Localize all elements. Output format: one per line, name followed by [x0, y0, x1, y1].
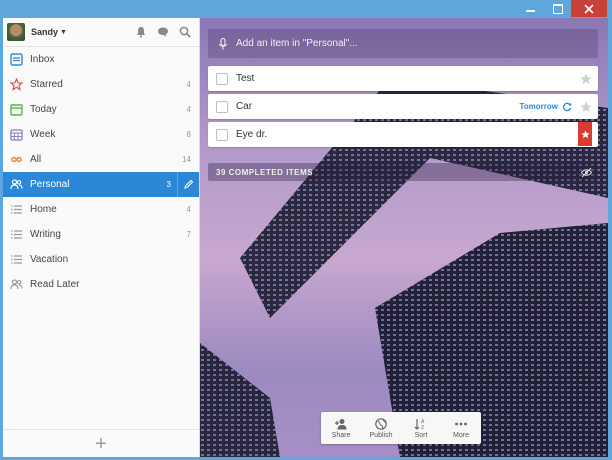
task-row[interactable]: Test: [208, 66, 598, 91]
starred-flag[interactable]: [578, 122, 592, 146]
chevron-down-icon[interactable]: ▼: [60, 29, 67, 36]
globe-icon: [375, 417, 387, 430]
task-row[interactable]: Eye dr.: [208, 122, 598, 147]
sidebar-item-count: 8: [186, 130, 191, 139]
avatar[interactable]: [7, 23, 25, 41]
pencil-icon: [184, 179, 194, 189]
sidebar: Sandy ▼ Inbox Starred 4 Today 4 Week 8 A…: [3, 18, 200, 457]
more-label: More: [453, 431, 469, 439]
inbox-icon: [9, 53, 23, 67]
sidebar-item-label: Vacation: [30, 254, 69, 265]
sort-button[interactable]: AZ Sort: [401, 412, 441, 444]
eye-icon[interactable]: [581, 167, 592, 178]
due-date-label: Tomorrow: [519, 102, 558, 111]
sort-label: Sort: [414, 431, 428, 439]
user-bar: Sandy ▼: [3, 18, 199, 47]
list-nav: Inbox Starred 4 Today 4 Week 8 All 14 Pe…: [3, 47, 199, 297]
star-icon[interactable]: [580, 101, 592, 113]
sidebar-item-vacation[interactable]: Vacation: [3, 247, 199, 272]
bottom-toolbar: Share Publish AZ Sort More: [321, 412, 481, 444]
svg-text:Z: Z: [421, 425, 424, 430]
list-icon: [9, 203, 23, 217]
more-button[interactable]: More: [441, 412, 481, 444]
search-icon[interactable]: [177, 24, 193, 40]
edit-list-button[interactable]: [177, 172, 199, 197]
sidebar-item-label: Today: [30, 104, 57, 115]
microphone-icon[interactable]: [218, 37, 228, 50]
task-title: Car: [236, 101, 253, 112]
add-person-icon: [335, 418, 347, 429]
close-button[interactable]: [571, 0, 607, 17]
sort-icon: AZ: [414, 418, 425, 430]
sidebar-item-label: Personal: [30, 179, 70, 190]
completed-items-toggle[interactable]: 39 COMPLETED ITEMS: [208, 163, 598, 181]
star-icon: [9, 78, 23, 92]
sidebar-item-label: Starred: [30, 79, 63, 90]
user-name[interactable]: Sandy: [31, 27, 58, 37]
ellipsis-icon: [455, 422, 467, 425]
sidebar-item-count: 7: [186, 230, 191, 239]
sidebar-item-read-later[interactable]: Read Later: [3, 272, 199, 297]
maximize-button[interactable]: [544, 0, 571, 17]
publish-label: Publish: [369, 431, 393, 439]
star-icon: [580, 129, 590, 138]
sidebar-item-label: Inbox: [30, 54, 55, 65]
sidebar-item-label: Home: [30, 204, 57, 215]
sidebar-item-week[interactable]: Week 8: [3, 122, 199, 147]
sidebar-item-label: Read Later: [30, 279, 80, 290]
sidebar-item-label: Week: [30, 129, 56, 140]
sidebar-item-count: 3: [166, 180, 171, 189]
repeat-icon: [562, 102, 572, 111]
comment-icon[interactable]: [155, 24, 171, 40]
calendar-week-icon: [9, 128, 23, 142]
add-item-input[interactable]: Add an item in "Personal"...: [208, 29, 598, 58]
plus-icon: +: [95, 432, 107, 455]
window-border-right: [608, 18, 612, 460]
people-icon: [9, 278, 23, 292]
sidebar-item-home[interactable]: Home 4: [3, 197, 199, 222]
sidebar-item-label: Writing: [30, 229, 61, 240]
sidebar-item-count: 4: [186, 80, 191, 89]
publish-button[interactable]: Publish: [361, 412, 401, 444]
completed-label: 39 COMPLETED ITEMS: [216, 167, 314, 177]
close-icon: [584, 3, 594, 14]
bell-icon[interactable]: [133, 24, 149, 40]
sidebar-item-inbox[interactable]: Inbox: [3, 47, 199, 72]
calendar-today-icon: [9, 103, 23, 117]
share-label: Share: [331, 431, 351, 439]
sidebar-item-count: 4: [186, 105, 191, 114]
task-title: Test: [236, 73, 255, 84]
sidebar-item-label: All: [30, 154, 42, 165]
add-list-button[interactable]: +: [3, 429, 199, 457]
add-item-placeholder: Add an item in "Personal"...: [236, 38, 358, 49]
sidebar-item-today[interactable]: Today 4: [3, 97, 199, 122]
minimize-button[interactable]: [517, 0, 544, 17]
task-checkbox[interactable]: [216, 100, 228, 113]
sidebar-item-starred[interactable]: Starred 4: [3, 72, 199, 97]
sidebar-item-writing[interactable]: Writing 7: [3, 222, 199, 247]
task-checkbox[interactable]: [216, 128, 228, 141]
infinity-icon: [9, 153, 23, 167]
list-icon: [9, 228, 23, 242]
list-icon: [9, 253, 23, 267]
sidebar-item-all[interactable]: All 14: [3, 147, 199, 172]
task-checkbox[interactable]: [216, 72, 228, 85]
share-button[interactable]: Share: [321, 412, 361, 444]
task-panel: Add an item in "Personal"... Test Car To…: [200, 18, 608, 457]
task-row[interactable]: Car Tomorrow: [208, 94, 598, 119]
sidebar-item-count: 4: [186, 205, 191, 214]
sidebar-item-count: 14: [182, 155, 191, 164]
window-titlebar: [0, 0, 612, 18]
star-icon[interactable]: [580, 73, 592, 85]
due-date: Tomorrow: [519, 102, 572, 112]
people-icon: [9, 178, 23, 192]
sidebar-item-personal[interactable]: Personal 3: [3, 172, 199, 197]
task-title: Eye dr.: [236, 129, 268, 140]
